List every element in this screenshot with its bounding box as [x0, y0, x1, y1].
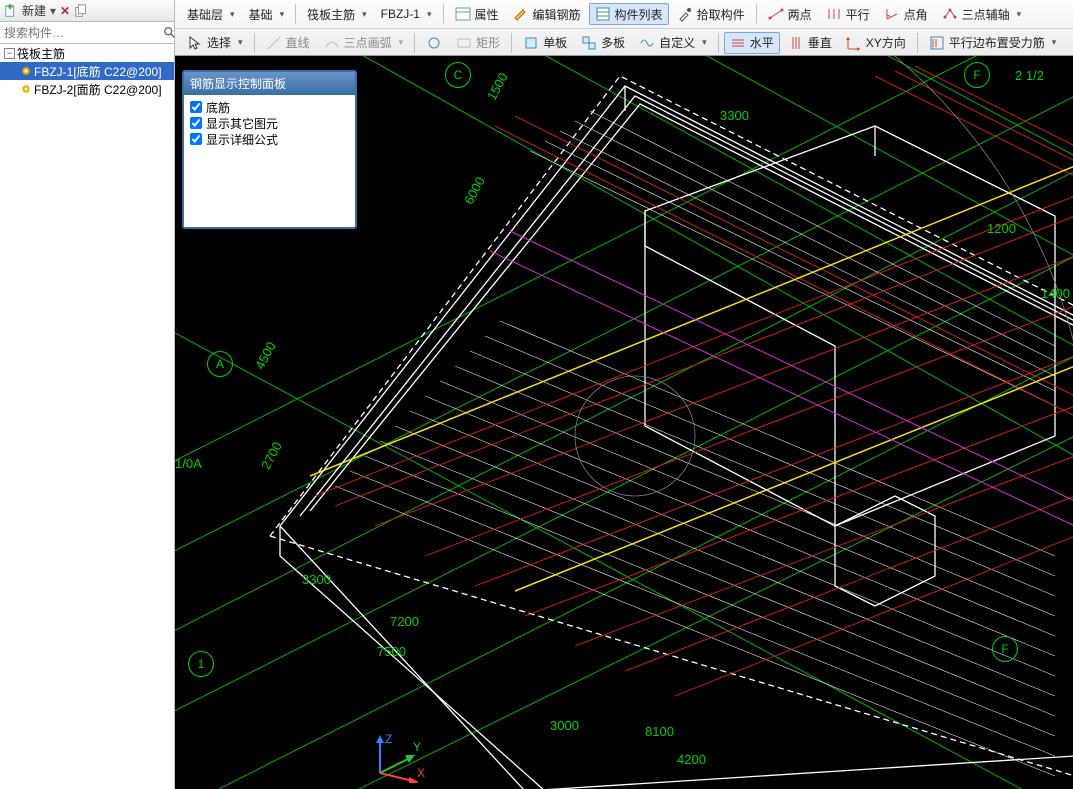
two-point-icon: [768, 6, 784, 22]
grid-label: 1/0A: [175, 456, 202, 471]
new-icon[interactable]: [4, 4, 18, 18]
dimension-label: 4200: [677, 752, 706, 767]
grid-bubble: A: [207, 351, 233, 377]
parallel-icon: [826, 6, 842, 22]
three-point-aux-button[interactable]: 三点辅轴: [936, 3, 1028, 25]
component-type-dropdown[interactable]: 筏板主筋: [301, 3, 373, 25]
list-icon: [595, 6, 611, 22]
eyedropper-icon: [677, 6, 693, 22]
checkbox[interactable]: [190, 101, 202, 113]
panel-body: 底筋 显示其它图元 显示详细公式: [184, 95, 355, 227]
multi-slab-button[interactable]: 多板: [575, 32, 631, 54]
pencil-icon: [513, 6, 529, 22]
dimension-label: 8100: [645, 724, 674, 739]
point-angle-button[interactable]: 点角: [878, 3, 934, 25]
dimension-label: 1400: [1041, 286, 1070, 301]
grid-bubble: 1: [188, 651, 214, 677]
multi-slab-icon: [581, 35, 597, 51]
toolbar-row-1: 基础层 基础 筏板主筋 FBZJ-1 属性 编辑钢筋 构件列表 拾取构件 两点: [175, 0, 1073, 28]
dimension-label: 3300: [302, 572, 331, 587]
grid-bubble: C: [445, 62, 471, 88]
two-point-button[interactable]: 两点: [762, 3, 818, 25]
parallel-edge-rebar-button[interactable]: 平行边布置受力筋: [923, 32, 1063, 54]
horizontal-icon: [730, 35, 746, 51]
checkbox-row[interactable]: 显示其它图元: [190, 115, 349, 131]
line-icon: [266, 35, 282, 51]
category-dropdown[interactable]: 基础: [243, 3, 291, 25]
tree-root-label: 筏板主筋: [17, 45, 65, 62]
xy-icon: [846, 35, 862, 51]
checkbox[interactable]: [190, 133, 202, 145]
dimension-label: 3000: [550, 718, 579, 733]
rect-button[interactable]: 矩形: [450, 32, 506, 54]
mini-toolbar: 新建 ▾ ✕: [0, 0, 175, 22]
copy-icon[interactable]: [74, 4, 88, 18]
rebar-display-control-panel[interactable]: 钢筋显示控制面板 底筋 显示其它图元 显示详细公式: [182, 70, 357, 229]
point-angle-icon: [884, 6, 900, 22]
arc-icon: [324, 35, 340, 51]
gear-icon: [20, 83, 32, 95]
search-bar: [0, 22, 175, 44]
new-label[interactable]: 新建: [22, 2, 46, 19]
parallel-button[interactable]: 平行: [820, 3, 876, 25]
tree-item-label: FBZJ-2[面筋 C22@200]: [34, 81, 162, 98]
edit-rebar-button[interactable]: 编辑钢筋: [507, 3, 587, 25]
vertical-icon: [788, 35, 804, 51]
component-list-button[interactable]: 构件列表: [589, 3, 669, 25]
dimension-label: 7200: [390, 614, 419, 629]
horizontal-button[interactable]: 水平: [724, 32, 780, 54]
grid-bubble: F: [964, 62, 990, 88]
tree-item[interactable]: FBZJ-2[面筋 C22@200]: [0, 80, 174, 98]
checkbox-row[interactable]: 底筋: [190, 99, 349, 115]
custom-button[interactable]: 自定义: [633, 32, 713, 54]
vertical-button[interactable]: 垂直: [782, 32, 838, 54]
three-point-icon: [942, 6, 958, 22]
parallel-edge-icon: [929, 35, 945, 51]
custom-icon: [639, 35, 655, 51]
line-button[interactable]: 直线: [260, 32, 316, 54]
close-icon[interactable]: ✕: [60, 4, 70, 18]
grid-bubble: F: [992, 636, 1018, 662]
component-tree: − 筏板主筋 FBZJ-1[底筋 C22@200] FBZJ-2[面筋 C22@…: [0, 44, 175, 789]
rect-icon: [456, 35, 472, 51]
checkbox-row[interactable]: 显示详细公式: [190, 131, 349, 147]
single-slab-button[interactable]: 单板: [517, 32, 573, 54]
circle-tool-button[interactable]: [420, 32, 448, 54]
dimension-label: 1200: [987, 221, 1016, 236]
main-toolbar: 基础层 基础 筏板主筋 FBZJ-1 属性 编辑钢筋 构件列表 拾取构件 两点: [175, 0, 1073, 56]
single-slab-icon: [523, 35, 539, 51]
dimension-label: 3300: [720, 108, 749, 123]
collapse-icon[interactable]: −: [4, 48, 15, 59]
toolbar-row-2: 选择 直线 三点画弧 矩形 单板 多板 自定义: [175, 28, 1073, 56]
three-point-arc-button[interactable]: 三点画弧: [318, 32, 410, 54]
tree-item-label: FBZJ-1[底筋 C22@200]: [34, 63, 162, 80]
checkbox[interactable]: [190, 117, 202, 129]
cursor-icon: [187, 35, 203, 51]
select-button[interactable]: 选择: [181, 32, 249, 54]
member-dropdown[interactable]: FBZJ-1: [375, 3, 438, 25]
tree-root[interactable]: − 筏板主筋: [0, 44, 174, 62]
tree-item[interactable]: FBZJ-1[底筋 C22@200]: [0, 62, 174, 80]
search-input[interactable]: [0, 24, 163, 42]
properties-icon: [455, 6, 471, 22]
dimension-label: 7500: [377, 644, 406, 659]
gear-icon: [20, 65, 32, 77]
properties-button[interactable]: 属性: [449, 3, 505, 25]
layer-dropdown[interactable]: 基础层: [181, 3, 241, 25]
xy-direction-button[interactable]: XY方向: [840, 32, 912, 54]
circle-icon: [426, 35, 442, 51]
pick-component-button[interactable]: 拾取构件: [671, 3, 751, 25]
panel-title: 钢筋显示控制面板: [184, 72, 355, 95]
grid-label: 2 1/2: [1015, 68, 1044, 83]
